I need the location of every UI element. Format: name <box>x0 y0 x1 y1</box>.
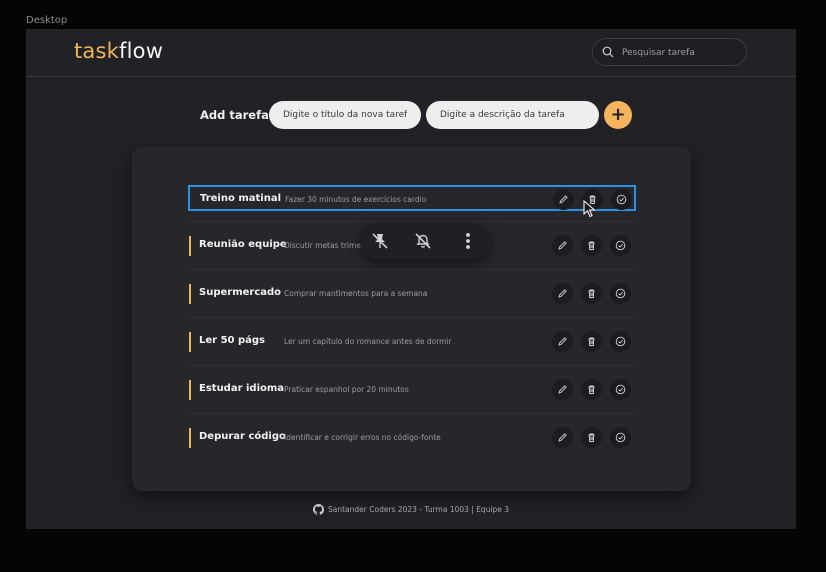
task-name: Estudar idioma <box>199 383 285 394</box>
trash-icon <box>588 289 595 298</box>
task-accent-bar <box>189 332 191 352</box>
edit-button[interactable] <box>552 427 573 448</box>
complete-button[interactable] <box>610 235 631 256</box>
footer-text: Santander Coders 2023 - Turma 1003 | Equ… <box>328 505 510 514</box>
pencil-icon <box>558 433 567 442</box>
task-row[interactable]: Depurar código Identificar e corrigir er… <box>189 425 635 451</box>
task-description: Praticar espanhol por 20 minutos <box>284 385 409 394</box>
task-accent-bar <box>189 380 191 400</box>
trash-icon <box>588 433 595 442</box>
logo-task: task <box>74 39 120 63</box>
logo[interactable]: taskflow <box>74 39 163 63</box>
task-name: Supermercado <box>199 287 282 298</box>
add-task-form: Add tarefa: + <box>26 101 796 131</box>
task-description: Identificar e corrigir erros no código-f… <box>284 433 441 442</box>
task-accent-bar <box>189 236 191 256</box>
complete-button[interactable] <box>610 283 631 304</box>
task-name: Treino matinal <box>200 193 282 204</box>
desktop-label: Desktop <box>26 15 68 26</box>
check-circle-icon <box>615 288 626 299</box>
task-row[interactable]: Treino matinal Fazer 30 minutos de exerc… <box>188 185 636 211</box>
search-input[interactable] <box>620 39 744 67</box>
task-name: Ler 50 págs <box>199 335 265 346</box>
pencil-icon <box>558 289 567 298</box>
search-box[interactable] <box>592 38 747 67</box>
more-vertical-icon[interactable] <box>458 231 478 251</box>
task-row[interactable]: Supermercado Comprar mantimentos para a … <box>189 281 635 307</box>
complete-button[interactable] <box>610 331 631 352</box>
pencil-icon <box>558 385 567 394</box>
add-task-label: Add tarefa: <box>200 108 274 122</box>
divider <box>189 413 635 414</box>
check-circle-icon <box>616 194 627 205</box>
pencil-icon <box>559 195 568 204</box>
task-description: Fazer 30 minutos de exercícios cardio <box>285 195 427 204</box>
delete-button[interactable] <box>581 235 602 256</box>
app-frame: taskflow Add tarefa: + Treino matinal Fa… <box>26 29 796 529</box>
task-accent-bar <box>189 284 191 304</box>
search-icon <box>602 46 614 58</box>
logo-flow: flow <box>119 39 164 63</box>
bell-off-icon[interactable] <box>413 231 433 251</box>
divider <box>189 365 635 366</box>
delete-button[interactable] <box>581 331 602 352</box>
divider <box>189 221 635 222</box>
check-circle-icon <box>615 336 626 347</box>
complete-button[interactable] <box>610 379 631 400</box>
edit-button[interactable] <box>552 331 573 352</box>
divider <box>189 269 635 270</box>
delete-button[interactable] <box>581 283 602 304</box>
add-task-button[interactable]: + <box>604 101 632 129</box>
pencil-icon <box>558 241 567 250</box>
pencil-icon <box>558 337 567 346</box>
task-description: Comprar mantimentos para a semana <box>284 289 428 298</box>
delete-button[interactable] <box>581 427 602 448</box>
edit-button[interactable] <box>552 379 573 400</box>
github-icon[interactable] <box>313 504 324 515</box>
task-row[interactable]: Estudar idioma Praticar espanhol por 20 … <box>189 377 635 403</box>
edit-button[interactable] <box>553 189 574 210</box>
task-list-card: Treino matinal Fazer 30 minutos de exerc… <box>132 147 691 491</box>
edit-button[interactable] <box>552 283 573 304</box>
task-accent-bar <box>189 428 191 448</box>
task-name: Reunião equipe <box>199 239 287 250</box>
check-circle-icon <box>615 432 626 443</box>
divider <box>189 317 635 318</box>
floating-toolbar <box>360 223 490 259</box>
trash-icon <box>588 241 595 250</box>
delete-button[interactable] <box>581 379 602 400</box>
header: taskflow <box>26 29 796 77</box>
check-circle-icon <box>615 240 626 251</box>
task-description: Ler um capítulo do romance antes de dorm… <box>284 337 452 346</box>
task-name: Depurar código <box>199 431 286 442</box>
footer: Santander Coders 2023 - Turma 1003 | Equ… <box>26 504 796 518</box>
mouse-cursor-icon <box>583 200 596 218</box>
edit-button[interactable] <box>552 235 573 256</box>
pin-off-icon[interactable] <box>370 231 390 251</box>
trash-icon <box>588 385 595 394</box>
trash-icon <box>588 337 595 346</box>
task-title-input[interactable] <box>269 101 421 129</box>
complete-button[interactable] <box>611 189 632 210</box>
complete-button[interactable] <box>610 427 631 448</box>
task-description-input[interactable] <box>426 101 599 129</box>
check-circle-icon <box>615 384 626 395</box>
task-row[interactable]: Ler 50 págs Ler um capítulo do romance a… <box>189 329 635 355</box>
